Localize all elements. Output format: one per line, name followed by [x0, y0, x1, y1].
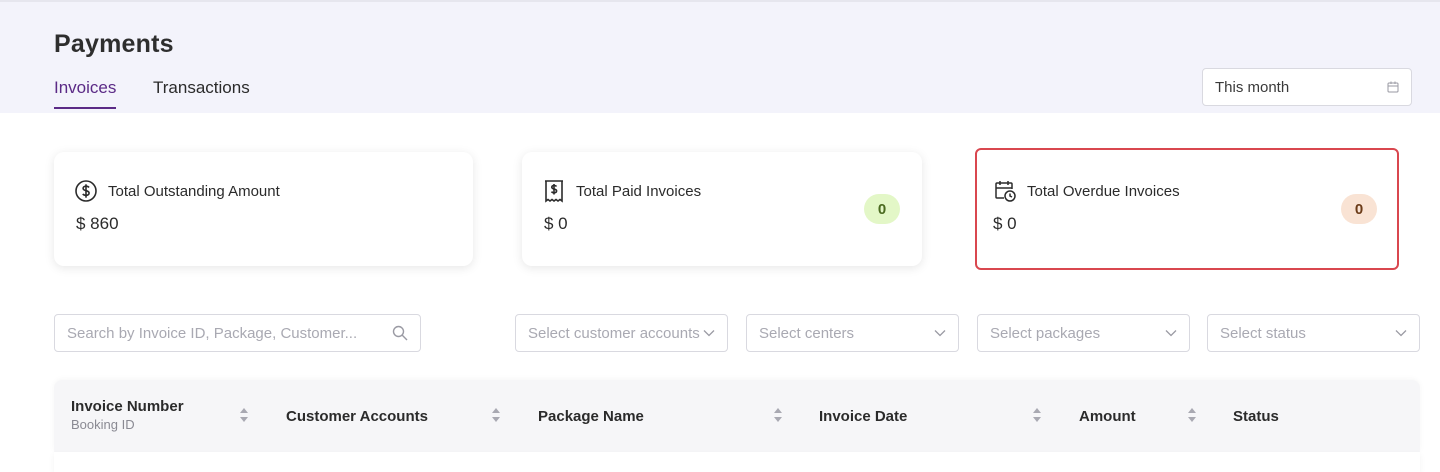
receipt-dollar-icon — [542, 179, 566, 203]
card-title-overdue: Total Overdue Invoices — [1027, 182, 1180, 200]
column-invoice-date[interactable]: Invoice Date — [819, 380, 907, 452]
sort-icon[interactable] — [773, 407, 783, 423]
sort-icon[interactable] — [1032, 407, 1042, 423]
column-amount[interactable]: Amount — [1079, 380, 1136, 452]
column-label: Package Name — [538, 407, 644, 425]
column-package-name[interactable]: Package Name — [538, 380, 644, 452]
column-label: Customer Accounts — [286, 407, 428, 425]
invoices-table-header: Invoice Number Booking ID Customer Accou… — [54, 380, 1420, 452]
chevron-down-icon — [1165, 329, 1177, 337]
column-label: Invoice Date — [819, 407, 908, 425]
chevron-down-icon — [934, 329, 946, 337]
status-placeholder: Select status — [1220, 324, 1306, 342]
chevron-down-icon — [703, 329, 715, 337]
centers-select[interactable]: Select centers — [746, 314, 959, 352]
tab-transactions[interactable]: Transactions — [153, 78, 250, 107]
column-customer-accounts[interactable]: Customer Accounts — [286, 380, 428, 452]
outstanding-amount-value: $ 860 — [76, 214, 119, 233]
column-label: Status — [1233, 407, 1279, 425]
centers-placeholder: Select centers — [759, 324, 855, 342]
customer-accounts-select[interactable]: Select customer accounts — [515, 314, 728, 352]
paid-invoices-card: Total Paid Invoices $ 0 0 — [522, 152, 922, 266]
column-sublabel: Booking ID — [71, 417, 135, 432]
search-input[interactable]: Search by Invoice ID, Package, Customer.… — [54, 314, 421, 352]
dollar-circle-icon — [74, 179, 98, 203]
page-title: Payments — [54, 30, 174, 58]
sort-icon[interactable] — [239, 407, 249, 423]
column-status: Status — [1233, 380, 1279, 452]
search-placeholder: Search by Invoice ID, Package, Customer.… — [67, 324, 358, 342]
packages-select[interactable]: Select packages — [977, 314, 1190, 352]
tab-invoices[interactable]: Invoices — [54, 78, 117, 109]
overdue-invoices-card: Total Overdue Invoices $ 0 0 — [975, 148, 1399, 270]
customer-accounts-placeholder: Select customer accounts — [528, 324, 700, 342]
status-select[interactable]: Select status — [1207, 314, 1420, 352]
paid-count-badge: 0 — [864, 194, 900, 224]
column-invoice-number[interactable]: Invoice Number Booking ID — [71, 380, 184, 452]
overdue-count-badge: 0 — [1341, 194, 1377, 224]
date-range-value: This month — [1215, 78, 1290, 96]
chevron-down-icon — [1395, 329, 1407, 337]
date-range-select[interactable]: This month — [1202, 68, 1412, 106]
sort-icon[interactable] — [1187, 407, 1197, 423]
table-row[interactable] — [54, 452, 1420, 472]
column-label: Amount — [1079, 407, 1136, 425]
sort-icon[interactable] — [491, 407, 501, 423]
column-label: Invoice Number — [71, 398, 184, 415]
paid-amount-value: $ 0 — [544, 214, 568, 233]
outstanding-amount-card: Total Outstanding Amount $ 860 — [54, 152, 473, 266]
card-title-outstanding: Total Outstanding Amount — [108, 182, 280, 200]
calendar-clock-icon — [993, 179, 1017, 203]
packages-placeholder: Select packages — [990, 324, 1101, 342]
search-icon — [392, 325, 408, 341]
calendar-icon — [1387, 81, 1399, 93]
card-title-paid: Total Paid Invoices — [576, 182, 702, 200]
overdue-amount-value: $ 0 — [993, 214, 1017, 233]
